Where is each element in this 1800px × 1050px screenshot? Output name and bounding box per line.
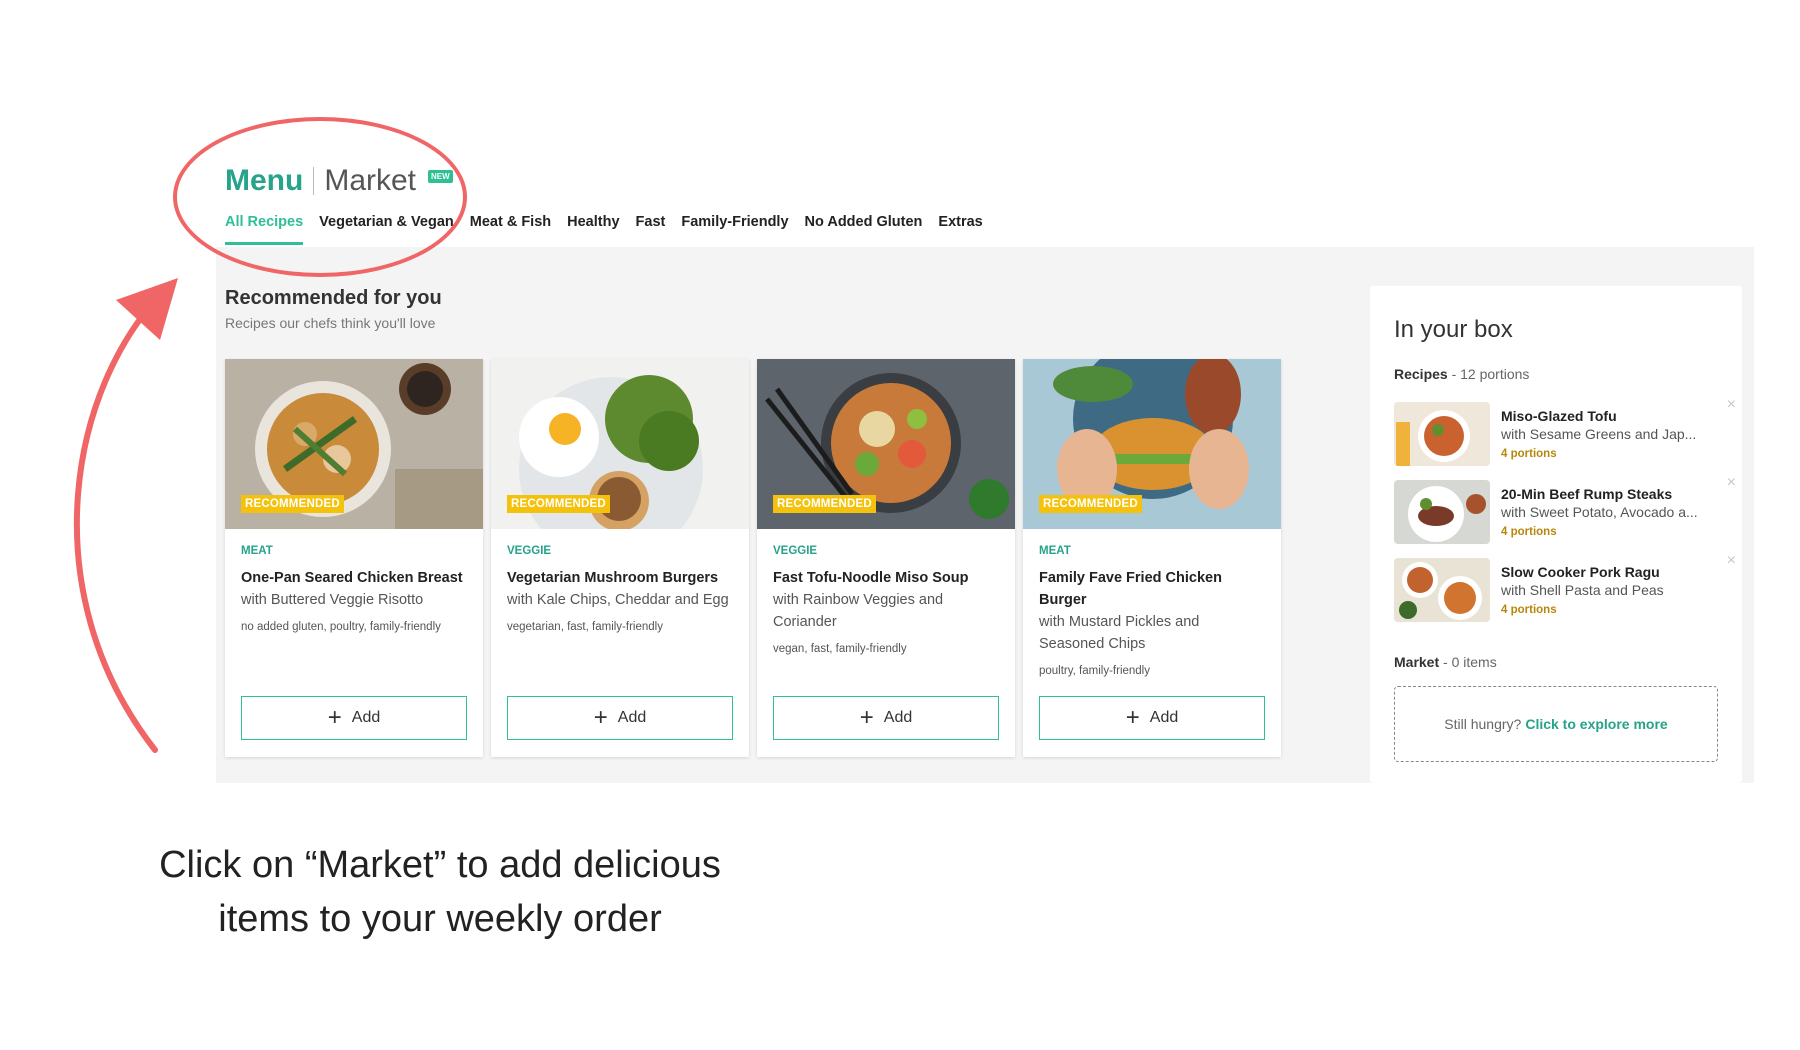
explore-prefix: Still hungry? (1444, 716, 1522, 732)
box-item[interactable]: Miso-Glazed Tofu with Sesame Greens and … (1394, 396, 1736, 466)
box-market-label: Market (1394, 654, 1440, 670)
recipe-category: MEAT (241, 545, 273, 557)
box-item-subtitle: with Sesame Greens and Jap... (1501, 426, 1697, 442)
add-button-label: Add (883, 709, 913, 726)
annotation-caption: Click on “Market” to add delicious items… (100, 838, 780, 946)
recipe-description: with Rainbow Veggies and Coriander (773, 592, 944, 630)
recipe-category: MEAT (1039, 545, 1071, 557)
recipe-tags: vegan, fast, family-friendly (773, 643, 907, 655)
tab-meat-fish[interactable]: Meat & Fish (470, 214, 551, 245)
recipe-description: with Buttered Veggie Risotto (241, 592, 424, 608)
box-item-thumbnail (1394, 480, 1490, 544)
add-button[interactable]: + Add (773, 696, 999, 740)
tab-family-friendly[interactable]: Family-Friendly (681, 214, 788, 245)
recipe-category: VEGGIE (773, 545, 818, 557)
box-item-subtitle: with Sweet Potato, Avocado a... (1501, 504, 1698, 520)
caption-line-2: items to your weekly order (218, 898, 662, 940)
recipe-title[interactable]: Vegetarian Mushroom Burgers (507, 567, 733, 589)
box-recipes-label: Recipes (1394, 366, 1448, 382)
box-item-thumbnail (1394, 558, 1490, 622)
recipe-description: with Mustard Pickles and Seasoned Chips (1039, 614, 1200, 652)
recipe-image[interactable]: RECOMMENDED (757, 359, 1015, 529)
add-button[interactable]: + Add (507, 696, 733, 740)
box-item-title: 20-Min Beef Rump Steaks (1501, 486, 1673, 502)
tab-extras[interactable]: Extras (938, 214, 982, 245)
recipe-card[interactable]: RECOMMENDED VEGGIE Vegetarian Mushroom B… (491, 359, 749, 757)
plus-icon: + (859, 704, 874, 731)
section-title: Recommended for you (225, 287, 442, 309)
tab-healthy[interactable]: Healthy (567, 214, 619, 245)
add-button-label: Add (1149, 709, 1179, 726)
recipe-category: VEGGIE (507, 545, 552, 557)
recommended-badge: RECOMMENDED (241, 495, 344, 513)
tab-no-added-gluten[interactable]: No Added Gluten (805, 214, 923, 245)
recipe-card[interactable]: RECOMMENDED MEAT One-Pan Seared Chicken … (225, 359, 483, 757)
section-subtitle: Recipes our chefs think you'll love (225, 315, 436, 331)
recipe-image[interactable]: RECOMMENDED (1023, 359, 1281, 529)
add-button[interactable]: + Add (1039, 696, 1265, 740)
recipe-tags: vegetarian, fast, family-friendly (507, 621, 663, 633)
box-item-thumbnail (1394, 402, 1490, 466)
plus-icon: + (593, 704, 608, 731)
recommended-badge: RECOMMENDED (773, 495, 876, 513)
box-market-summary: Market - 0 items (1394, 654, 1497, 670)
recipe-image[interactable]: RECOMMENDED (491, 359, 749, 529)
box-market-count: - 0 items (1439, 654, 1497, 670)
box-item-title: Miso-Glazed Tofu (1501, 408, 1617, 424)
tab-fast[interactable]: Fast (636, 214, 666, 245)
box-item-title: Slow Cooker Pork Ragu (1501, 564, 1660, 580)
page-root: Menu Market NEW All Recipes Vegetarian &… (0, 0, 1800, 1050)
box-summary-panel: In your box Recipes - 12 portions Miso-G… (1370, 286, 1742, 783)
add-button-label: Add (617, 709, 647, 726)
box-item-portions: 4 portions (1501, 448, 1557, 460)
recipe-image[interactable]: RECOMMENDED (225, 359, 483, 529)
box-item-portions: 4 portions (1501, 526, 1557, 538)
recipe-card-list: RECOMMENDED MEAT One-Pan Seared Chicken … (225, 359, 1281, 757)
box-item-portions: 4 portions (1501, 604, 1557, 616)
explore-market-box[interactable]: Still hungry? Click to explore more (1394, 686, 1718, 762)
caption-line-1: Click on “Market” to add delicious (159, 844, 721, 886)
recipe-description: with Kale Chips, Cheddar and Egg (507, 592, 729, 608)
box-recipes-count: - 12 portions (1447, 366, 1530, 382)
box-title: In your box (1394, 316, 1513, 343)
close-icon[interactable]: × (1727, 552, 1736, 570)
recipe-card[interactable]: RECOMMENDED MEAT Family Fave Fried Chick… (1023, 359, 1281, 757)
recipe-tags: poultry, family-friendly (1039, 665, 1150, 677)
recipe-title[interactable]: One-Pan Seared Chicken Breast (241, 567, 467, 589)
highlight-circle (173, 117, 467, 277)
close-icon[interactable]: × (1727, 396, 1736, 414)
box-item[interactable]: 20-Min Beef Rump Steaks with Sweet Potat… (1394, 474, 1736, 544)
recommended-badge: RECOMMENDED (507, 495, 610, 513)
recipe-tags: no added gluten, poultry, family-friendl… (241, 621, 441, 633)
recipe-card[interactable]: RECOMMENDED VEGGIE Fast Tofu-Noodle Miso… (757, 359, 1015, 757)
explore-more-link[interactable]: Click to explore more (1525, 716, 1667, 732)
add-button-label: Add (351, 709, 381, 726)
box-item[interactable]: Slow Cooker Pork Ragu with Shell Pasta a… (1394, 552, 1736, 622)
recommended-badge: RECOMMENDED (1039, 495, 1142, 513)
recipe-title[interactable]: Fast Tofu-Noodle Miso Soup (773, 567, 999, 589)
plus-icon: + (327, 704, 342, 731)
recipe-title[interactable]: Family Fave Fried Chicken Burger (1039, 567, 1265, 611)
box-recipes-summary: Recipes - 12 portions (1394, 366, 1529, 382)
add-button[interactable]: + Add (241, 696, 467, 740)
plus-icon: + (1125, 704, 1140, 731)
box-item-subtitle: with Shell Pasta and Peas (1501, 582, 1664, 598)
close-icon[interactable]: × (1727, 474, 1736, 492)
